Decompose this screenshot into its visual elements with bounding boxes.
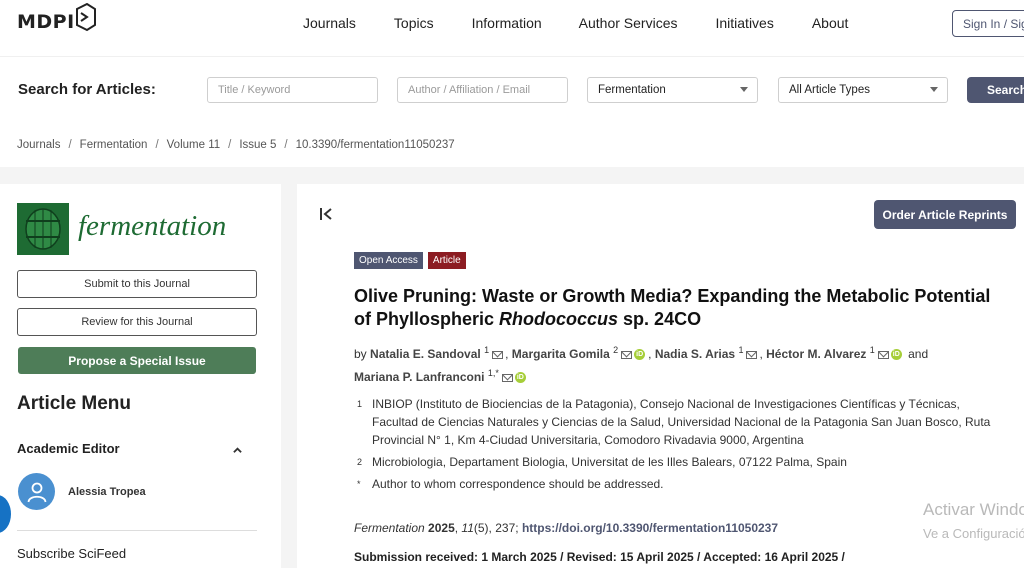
submission-dates: Submission received: 1 March 2025 / Revi… [354,550,845,564]
citation-volume: 11 [461,521,474,535]
article-menu-heading: Article Menu [17,393,132,414]
left-sidebar: fermentation Submit to this Journal Revi… [0,184,281,568]
breadcrumb-doi: 10.3390/fermentation11050237 [295,139,455,151]
review-journal-button[interactable]: Review for this Journal [17,308,257,336]
journal-name[interactable]: fermentation [78,210,226,243]
search-button[interactable]: Search [967,77,1024,103]
author-name[interactable]: Natalia E. Sandoval [370,347,481,361]
collapse-sidebar-icon[interactable] [319,207,335,221]
email-icon[interactable] [492,350,504,359]
sign-in-button[interactable]: Sign In / Sig [952,10,1024,37]
affiliation-item: * Author to whom correspondence should b… [357,475,1007,493]
windows-activation-watermark: Activar Windows Ve a Configuración [923,498,1024,546]
nav-initiatives[interactable]: Initiatives [715,15,773,31]
nav-author-services[interactable]: Author Services [579,15,678,31]
journal-select-value: Fermentation [598,84,666,96]
author-name[interactable]: Mariana P. Lanfranconi [354,370,484,384]
title-keyword-input[interactable]: Title / Keyword [207,77,378,103]
editor-name[interactable]: Alessia Tropea [68,486,146,498]
nav-journals[interactable]: Journals [303,15,356,31]
by-text: by [354,347,367,361]
caret-down-icon [740,87,748,92]
article-main: Order Article Reprints Open Access Artic… [297,184,1024,568]
orcid-icon[interactable]: iD [514,372,526,384]
affiliation-text: Microbiologia, Departament Biologia, Uni… [372,455,847,469]
affiliation-number: * [357,479,361,489]
affiliation-item: 1 INBIOP (Instituto de Biociencias de la… [357,395,1007,449]
watermark-line2: Ve a Configuración [923,526,1024,541]
author-sup: 1 [869,345,875,355]
affiliation-number: 1 [357,399,363,409]
breadcrumb-issue[interactable]: Issue 5 [239,139,276,151]
author-affiliation-input[interactable]: Author / Affiliation / Email [397,77,568,103]
author-sup: 1 [484,345,490,355]
journal-select[interactable]: Fermentation [587,77,758,103]
breadcrumb-volume[interactable]: Volume 11 [167,139,221,151]
title-text: sp. 24CO [618,309,702,329]
email-icon[interactable] [501,373,513,382]
article-title: Olive Pruning: Waste or Growth Media? Ex… [354,285,994,331]
nav-topics[interactable]: Topics [394,15,434,31]
orcid-icon[interactable]: iD [890,349,902,361]
author-name[interactable]: Nadia S. Arias [655,347,735,361]
breadcrumb-fermentation[interactable]: Fermentation [80,139,148,151]
subscribe-scifeed-link[interactable]: Subscribe SciFeed [17,546,126,561]
affiliation-text: INBIOP (Instituto de Biociencias de la P… [372,397,991,447]
affiliation-item: 2 Microbiologia, Departament Biologia, U… [357,453,1007,471]
main-nav: Journals Topics Information Author Servi… [303,15,848,31]
email-icon[interactable] [746,350,758,359]
hexagon-icon [75,3,96,32]
propose-special-issue-button[interactable]: Propose a Special Issue [18,347,256,374]
academic-editor-heading[interactable]: Academic Editor [17,441,120,456]
article-type-value: All Article Types [789,84,870,96]
orcid-icon[interactable]: iD [634,349,646,361]
search-bar: Search for Articles: Title / Keyword Aut… [0,56,1024,122]
breadcrumb-separator: / [68,139,72,151]
author-sup: 1 [738,345,744,355]
search-label: Search for Articles: [18,81,156,98]
affiliation-number: 2 [357,457,363,467]
nav-information[interactable]: Information [472,15,542,31]
breadcrumb: Journals / Fermentation / Volume 11 / Is… [17,139,455,151]
doi-link[interactable]: https://doi.org/10.3390/fermentation1105… [522,521,778,535]
author-name[interactable]: Héctor M. Alvarez [766,347,866,361]
affiliation-text: Author to whom correspondence should be … [372,477,664,491]
barrel-logo-icon[interactable] [17,203,69,255]
citation-year: 2025 [428,521,455,535]
logo-text: MDPI [17,11,75,33]
author-list: by Natalia E. Sandoval 1, Margarita Gomi… [354,345,929,384]
email-icon[interactable] [621,350,633,359]
and-text: and [908,347,929,361]
top-navigation: MDPI Journals Topics Information Author … [0,0,1024,46]
article-badges: Open Access Article [354,252,471,269]
order-reprints-button[interactable]: Order Article Reprints [874,200,1016,229]
email-icon[interactable] [877,350,889,359]
author-sup: 1,* [487,368,499,378]
article-type-select[interactable]: All Article Types [778,77,948,103]
breadcrumb-journals[interactable]: Journals [17,139,60,151]
breadcrumb-separator: / [155,139,159,151]
submit-journal-button[interactable]: Submit to this Journal [17,270,257,298]
author-sup: 2 [613,345,619,355]
open-access-badge: Open Access [354,252,423,269]
citation-journal: Fermentation [354,521,425,535]
breadcrumb-separator: / [284,139,288,151]
chevron-up-icon[interactable] [233,446,242,455]
title-species: Rhodococcus [499,309,619,329]
affiliations: 1 INBIOP (Instituto de Biociencias de la… [357,395,1007,497]
citation-rest: (5), 237; [473,521,519,535]
watermark-line1: Activar Windows [923,500,1024,519]
citation: Fermentation 2025, 11(5), 237; https://d… [354,521,779,535]
author-name[interactable]: Margarita Gomila [512,347,610,361]
divider [17,530,257,531]
nav-about[interactable]: About [812,15,849,31]
user-icon [27,482,46,502]
mdpi-logo[interactable]: MDPI [17,3,97,41]
article-type-badge: Article [427,252,466,269]
caret-down-icon [930,87,938,92]
avatar[interactable] [18,473,55,510]
breadcrumb-separator: / [228,139,232,151]
